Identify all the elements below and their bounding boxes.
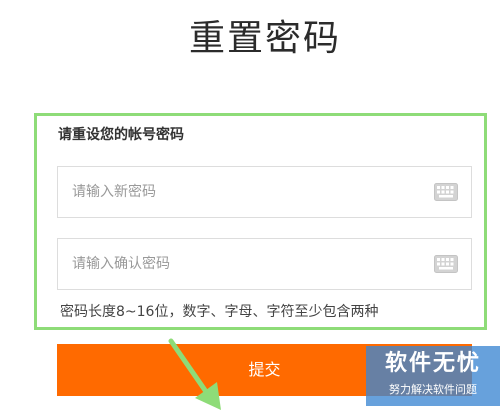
- watermark-title: 软件无忧: [384, 351, 481, 376]
- new-password-input[interactable]: [58, 167, 428, 217]
- password-rule-hint: 密码长度8~16位，数字、字母、字符至少包含两种: [60, 304, 379, 320]
- keyboard-icon[interactable]: [434, 183, 458, 201]
- page-title: 重置密码: [188, 18, 341, 59]
- confirm-password-input[interactable]: [58, 239, 428, 289]
- form-heading: 请重设您的帐号密码: [58, 127, 184, 143]
- watermark-subtitle: 努力解决软件问题: [389, 383, 477, 396]
- new-password-field-box: [57, 166, 472, 218]
- watermark-logo: 软件无忧 努力解决软件问题: [366, 346, 500, 406]
- form-highlight-frame: [34, 113, 487, 330]
- annotation-arrow-icon: [168, 338, 221, 410]
- keyboard-icon[interactable]: [434, 255, 458, 273]
- confirm-password-field-box: [57, 238, 472, 290]
